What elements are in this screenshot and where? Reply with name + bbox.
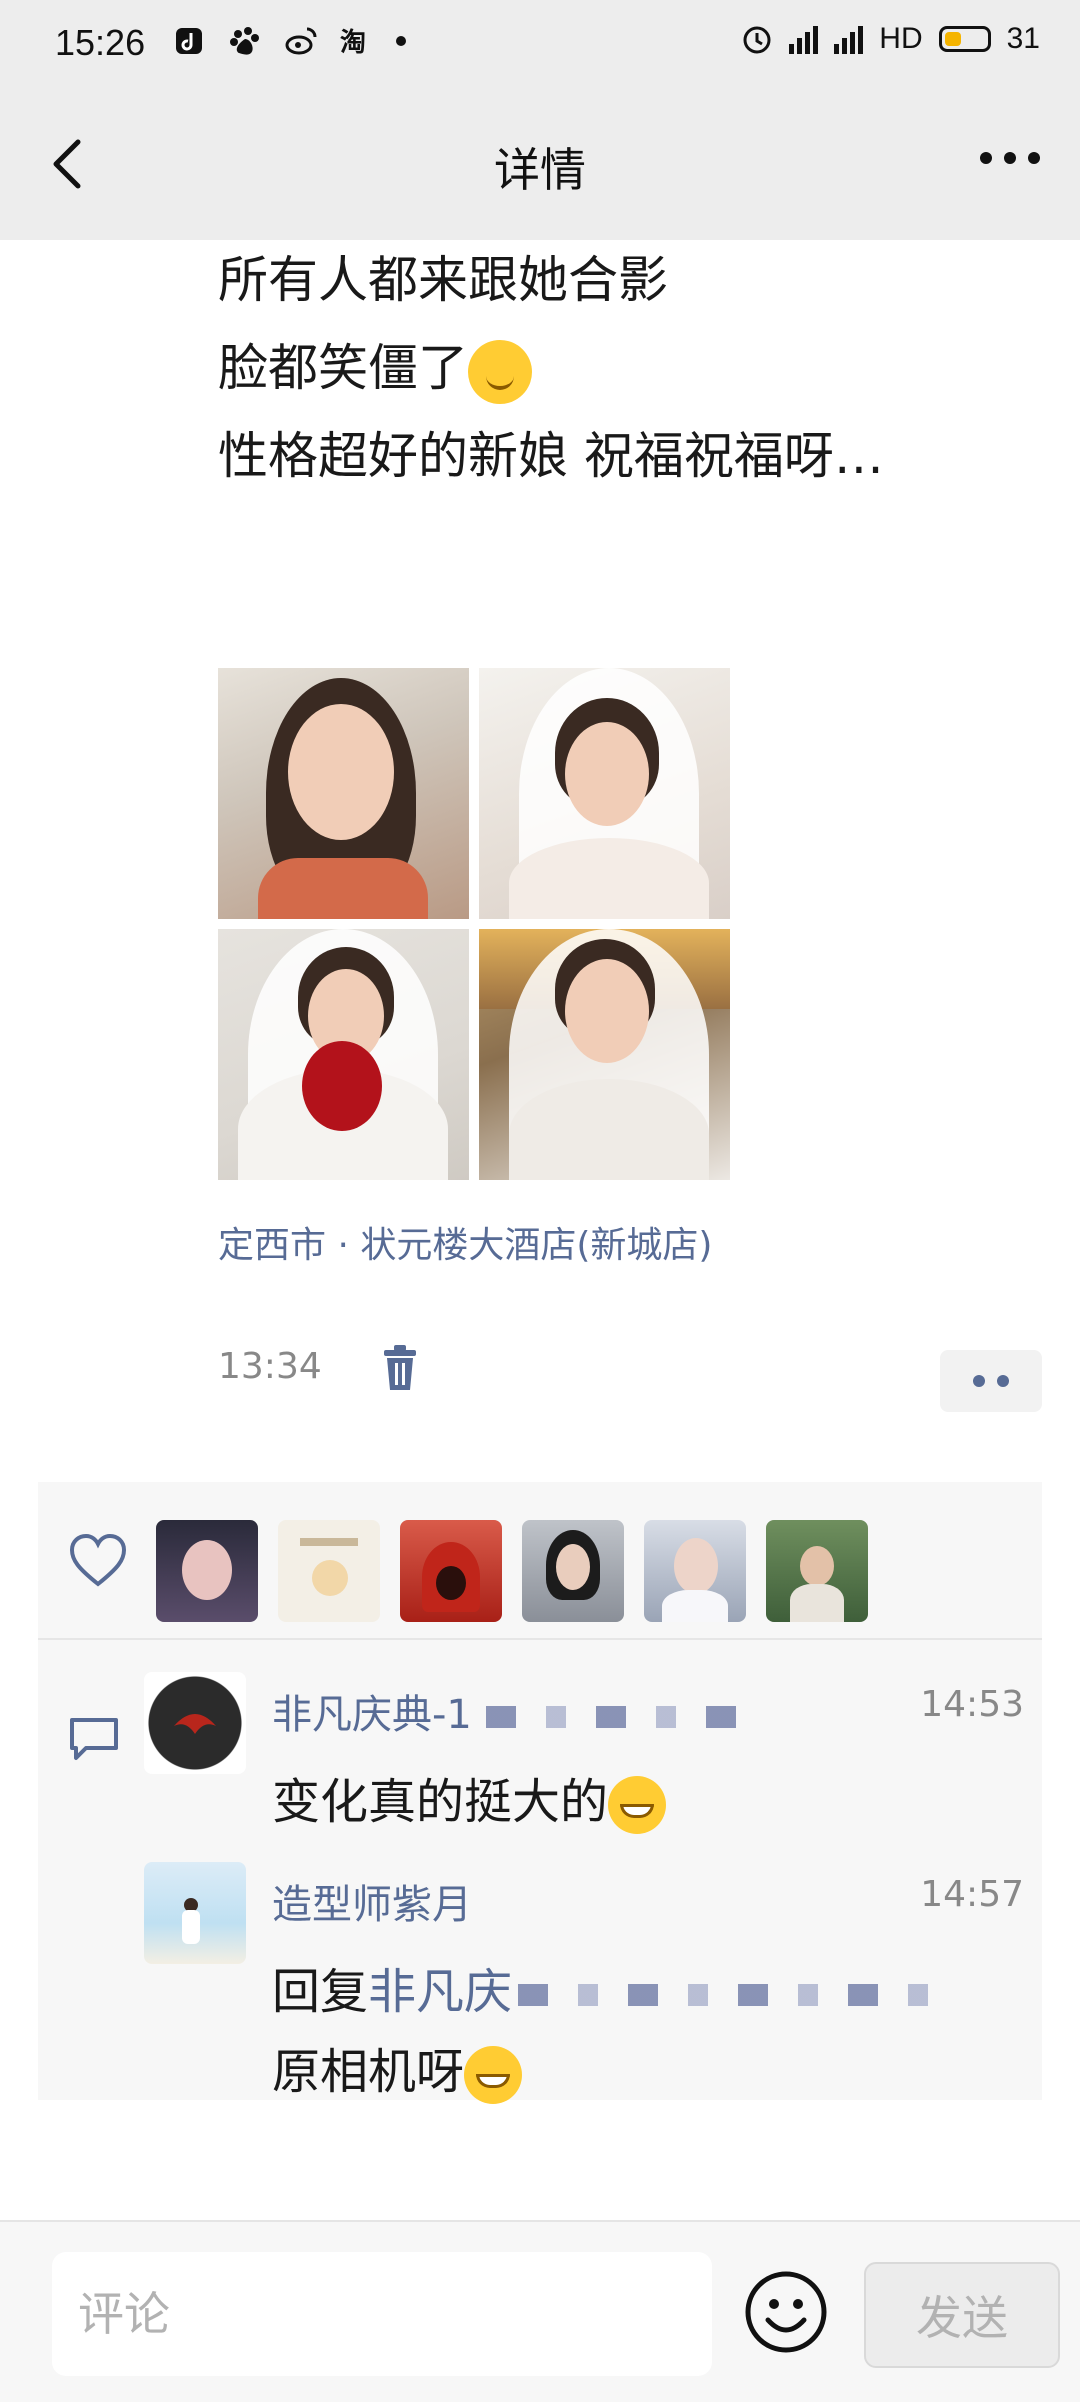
shy-emoji-icon — [468, 339, 532, 404]
avatar[interactable] — [278, 1520, 380, 1622]
heart-icon — [69, 1533, 127, 1587]
avatar[interactable] — [156, 1520, 258, 1622]
comment-time: 14:53 — [920, 1684, 1024, 1725]
post-line-with-emoji: 脸都笑僵了 — [218, 324, 884, 412]
likes-row — [38, 1482, 1042, 1640]
redacted-text — [485, 1706, 746, 1728]
nav-bar: 详情 — [0, 90, 1080, 240]
more-dot-icon — [980, 152, 992, 164]
status-app-icons: 淘 — [172, 24, 406, 58]
battery-level: 31 — [1006, 22, 1040, 55]
delete-button[interactable] — [378, 1344, 422, 1392]
avatar[interactable] — [144, 1862, 246, 1964]
reply-to-name[interactable]: 非凡庆 — [368, 1964, 512, 2020]
menu-dot-icon — [997, 1375, 1009, 1387]
post-line: 脸都笑僵了 — [218, 339, 468, 397]
post-photo-3[interactable] — [218, 929, 469, 1180]
tiktok-icon — [172, 24, 206, 58]
avatar[interactable] — [644, 1520, 746, 1622]
battery-icon — [938, 26, 991, 52]
comment-author[interactable]: 造型师紫月 — [272, 1872, 472, 1930]
interaction-panel: 非凡庆典-1 14:53 变化真的挺大的 造型师紫月 14:57 回复非凡庆 原… — [38, 1482, 1042, 2104]
signal-icon — [789, 24, 819, 54]
more-options-button[interactable] — [980, 152, 1040, 164]
post-text: 所有人都来跟她合影 脸都笑僵了 性格超好的新娘 祝福祝福呀… — [218, 236, 884, 500]
photo-grid — [218, 668, 730, 1180]
menu-dot-icon — [973, 1375, 985, 1387]
post-line: 所有人都来跟她合影 — [218, 251, 668, 309]
status-time: 15:26 — [55, 22, 146, 63]
taobao-icon: 淘 — [340, 24, 374, 58]
phoenix-logo-icon — [174, 1714, 216, 1734]
post-time: 13:34 — [218, 1346, 322, 1387]
post-photo-2[interactable] — [479, 668, 730, 919]
post-photo-4[interactable] — [479, 929, 730, 1180]
status-indicators: HD 31 — [741, 22, 1040, 56]
more-dot-icon — [1004, 152, 1016, 164]
post-line: 性格超好的新娘 祝福祝福呀… — [218, 427, 884, 485]
emoji-picker-button[interactable] — [744, 2270, 828, 2354]
like-comment-menu-button[interactable] — [940, 1350, 1042, 1412]
redacted-text — [518, 1984, 959, 2006]
comment-icon — [70, 1718, 118, 1760]
grin-emoji-icon — [608, 1776, 667, 1834]
alarm-icon — [743, 26, 771, 54]
svg-text:淘: 淘 — [340, 28, 366, 57]
avatar[interactable] — [522, 1520, 624, 1622]
baidu-icon — [228, 24, 262, 58]
liker-avatars — [156, 1520, 868, 1622]
status-bar: 15:26 淘 HD 31 — [0, 0, 1080, 90]
send-button[interactable]: 发送 — [864, 2262, 1060, 2368]
comment-text: 变化真的挺大的 — [272, 1762, 667, 1842]
smile-emoji-icon — [464, 2046, 523, 2104]
avatar[interactable] — [400, 1520, 502, 1622]
comment-reply-line: 回复非凡庆 — [272, 1952, 959, 2032]
comment-input-bar: 发送 — [0, 2220, 1080, 2402]
notification-dot — [396, 36, 406, 46]
comment-time: 14:57 — [920, 1874, 1024, 1915]
signal-icon-2 — [834, 24, 864, 54]
avatar[interactable] — [766, 1520, 868, 1622]
hd-indicator: HD — [879, 22, 923, 55]
comment-body-line: 原相机呀 — [272, 2032, 958, 2112]
post-location[interactable]: 定西市 · 状元楼大酒店(新城店) — [218, 1216, 712, 1268]
comment-input[interactable] — [52, 2252, 712, 2376]
avatar[interactable] — [144, 1672, 246, 1774]
page-title: 详情 — [494, 143, 586, 197]
comment-author[interactable]: 非凡庆典-1 — [272, 1682, 746, 1740]
comment-text: 回复非凡庆 原相机呀 — [272, 1952, 959, 2112]
trash-icon — [384, 1345, 416, 1390]
weibo-icon — [284, 24, 318, 58]
post-photo-1[interactable] — [218, 668, 469, 919]
more-dot-icon — [1028, 152, 1040, 164]
